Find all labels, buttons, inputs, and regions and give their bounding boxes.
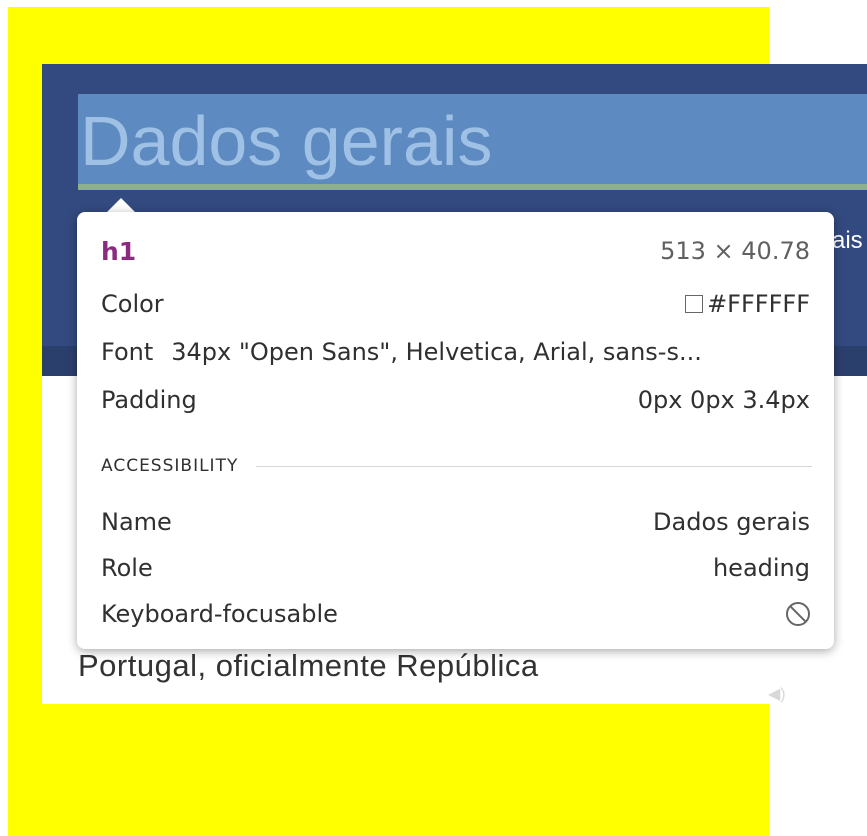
element-tag: h1 xyxy=(101,236,137,266)
section-divider xyxy=(256,465,812,467)
font-label: Font xyxy=(101,338,154,366)
article-first-line: Portugal, oficialmente República xyxy=(78,648,539,683)
focusable-label: Keyboard-focusable xyxy=(101,600,338,628)
accessibility-title: ACCESSIBILITY xyxy=(101,456,239,476)
page-heading: Dados gerais xyxy=(80,102,493,180)
name-row: Name Dados gerais xyxy=(101,504,810,540)
tooltip-header-row: h1 513 × 40.78 xyxy=(101,233,810,269)
name-label: Name xyxy=(101,508,172,536)
role-value: heading xyxy=(712,554,810,582)
role-label: Role xyxy=(101,554,153,582)
color-value-wrap: #FFFFFF xyxy=(685,290,810,318)
name-value: Dados gerais xyxy=(653,508,810,536)
padding-label: Padding xyxy=(101,386,197,414)
speaker-icon: ◀) xyxy=(768,686,786,703)
color-label: Color xyxy=(101,290,164,318)
subtitle-fragment: ais xyxy=(832,227,863,254)
focusable-row: Keyboard-focusable xyxy=(101,596,810,632)
padding-row: Padding 0px 0px 3.4px xyxy=(101,382,810,418)
element-size: 513 × 40.78 xyxy=(660,237,810,265)
not-allowed-icon xyxy=(786,602,810,626)
color-swatch xyxy=(685,295,704,313)
font-value: 34px "Open Sans", Helvetica, Arial, sans… xyxy=(171,338,702,366)
color-row: Color #FFFFFF xyxy=(101,286,810,322)
role-row: Role heading xyxy=(101,550,810,586)
color-value: #FFFFFF xyxy=(707,290,810,318)
padding-value: 0px 0px 3.4px xyxy=(637,386,810,414)
font-row: Font 34px "Open Sans", Helvetica, Arial,… xyxy=(101,334,810,370)
inspect-tooltip: h1 513 × 40.78 Color #FFFFFF Font 34px "… xyxy=(77,212,834,649)
accessibility-section: ACCESSIBILITY xyxy=(101,454,812,478)
